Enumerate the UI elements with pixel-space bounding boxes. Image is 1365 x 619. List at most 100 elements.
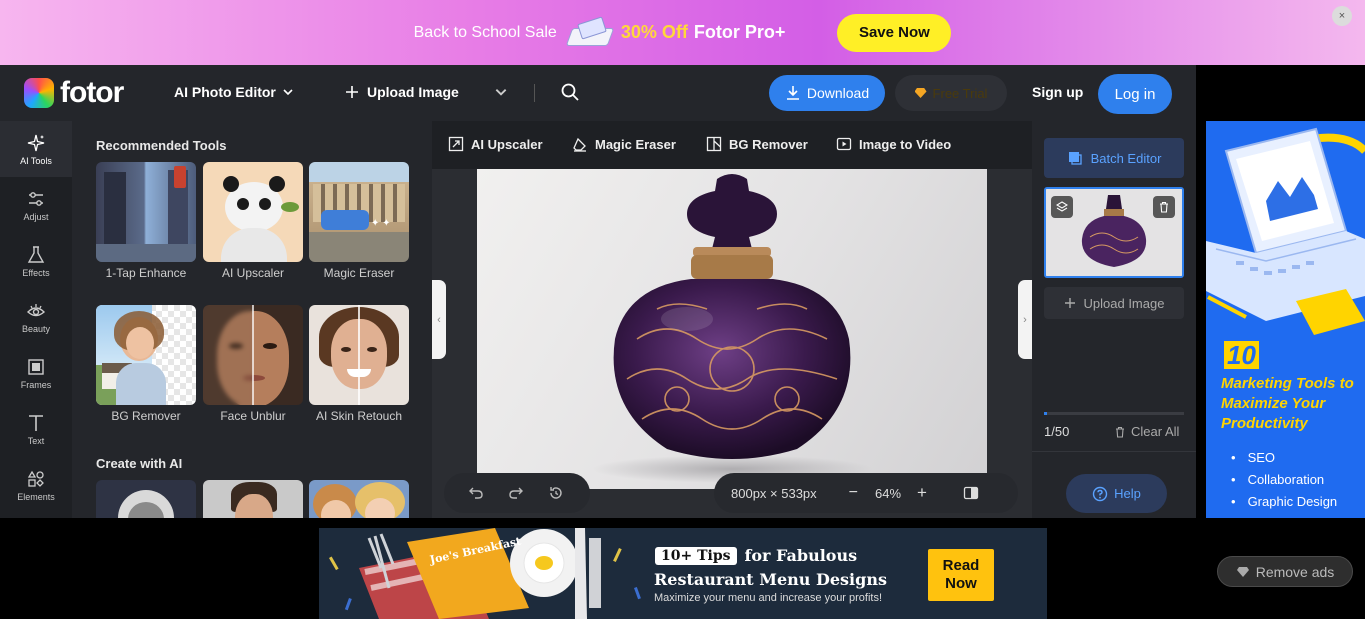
- history-reset-icon[interactable]: [548, 485, 564, 501]
- tool-label: 1-Tap Enhance: [105, 266, 187, 280]
- tool-card-ai-skin-retouch[interactable]: AI Skin Retouch: [309, 305, 409, 423]
- nav-divider: [534, 84, 535, 102]
- logo-mark-icon: [24, 78, 54, 108]
- zoom-in-button[interactable]: +: [917, 483, 927, 503]
- search-icon[interactable]: [560, 82, 580, 102]
- video-icon: [836, 137, 852, 151]
- upload-dropdown-chevron-icon[interactable]: [494, 85, 508, 99]
- tool-thumbnail: [96, 305, 196, 405]
- promo-close-icon[interactable]: ×: [1332, 6, 1352, 26]
- batch-upload-label: Upload Image: [1083, 295, 1165, 311]
- toolbar-ai-upscaler[interactable]: AI Upscaler: [448, 136, 543, 152]
- read-now-line1: Read: [942, 557, 980, 574]
- clear-all-button[interactable]: Clear All: [1114, 424, 1179, 439]
- sign-up-link[interactable]: Sign up: [1032, 84, 1083, 100]
- right-panel-collapse-handle[interactable]: ›: [1018, 280, 1032, 359]
- tool-label: AI Upscaler: [221, 266, 285, 280]
- tool-card-ai-upscaler[interactable]: AI Upscaler: [203, 162, 303, 280]
- free-trial-button[interactable]: Free Trial: [895, 75, 1007, 111]
- book-icon: [567, 18, 613, 48]
- remove-ads-label: Remove ads: [1255, 563, 1335, 580]
- plus-icon: [346, 86, 358, 98]
- tool-card-1-tap-enhance[interactable]: 1-Tap Enhance: [96, 162, 196, 280]
- batch-count: 1/50: [1044, 424, 1070, 439]
- fotor-editor: Back to School Sale 30% Off Fotor Pro+ S…: [0, 0, 1365, 619]
- shapes-icon: [27, 470, 44, 487]
- save-now-button[interactable]: Save Now: [837, 13, 952, 52]
- sparkle-icon: [27, 134, 45, 151]
- read-now-button[interactable]: Read Now: [928, 549, 994, 601]
- trash-icon[interactable]: [1153, 196, 1175, 218]
- left-panel-collapse-handle[interactable]: ‹: [432, 280, 446, 359]
- toolbar-image-to-video[interactable]: Image to Video: [836, 136, 951, 152]
- download-icon: [786, 86, 799, 100]
- vase-photo[interactable]: [477, 169, 987, 489]
- create-card-1[interactable]: [96, 480, 196, 518]
- free-trial-label: Free Trial: [932, 85, 988, 101]
- rail-item-adjust[interactable]: Adjust: [0, 177, 72, 233]
- fotor-logo[interactable]: fotor: [24, 78, 124, 108]
- toolbar-magic-eraser[interactable]: Magic Eraser: [572, 136, 676, 152]
- batch-progress-bar: [1044, 412, 1184, 415]
- ad-bullet: Graphic Design: [1231, 494, 1338, 509]
- ad-line1: for Fabulous: [744, 546, 858, 565]
- flask-icon: [27, 245, 45, 263]
- ad-subtitle: Maximize your menu and increase your pro…: [654, 592, 883, 604]
- batch-editor-button[interactable]: Batch Editor: [1044, 138, 1184, 178]
- batch-progress-fill: [1044, 412, 1047, 415]
- redo-icon[interactable]: [508, 485, 524, 501]
- tool-card-bg-remover[interactable]: BG Remover: [96, 305, 196, 423]
- image-dimensions: 800px × 533px: [731, 485, 817, 501]
- rail-item-effects[interactable]: Effects: [0, 233, 72, 289]
- promo-offer: 30% Off: [620, 22, 688, 42]
- tools-panel: Recommended Tools 1-Tap Enhance AI Upsca…: [72, 121, 432, 518]
- create-card-2[interactable]: [203, 480, 303, 518]
- rail-item-text[interactable]: Text: [0, 401, 72, 457]
- image-thumbnail-selected[interactable]: [1044, 187, 1184, 278]
- promo-product: Fotor Pro+: [693, 22, 786, 42]
- rail-item-ai-tools[interactable]: AI Tools: [0, 121, 72, 177]
- create-with-ai-title: Create with AI: [96, 456, 183, 471]
- purple-vase-image: [592, 174, 872, 483]
- ai-photo-editor-menu[interactable]: AI Photo Editor: [174, 84, 294, 100]
- zoom-out-button[interactable]: −: [849, 484, 858, 502]
- log-in-button[interactable]: Log in: [1098, 74, 1172, 114]
- tool-thumbnail: [203, 480, 303, 518]
- undo-icon[interactable]: [468, 485, 484, 501]
- tool-card-magic-eraser[interactable]: ✦ ✦ Magic Eraser: [309, 162, 409, 280]
- layers-icon: [1068, 152, 1082, 165]
- batch-upload-image-button[interactable]: Upload Image: [1044, 287, 1184, 319]
- upload-image-button[interactable]: Upload Image: [345, 84, 459, 100]
- bottom-advertisement[interactable]: Joe's Breakfast 10+ Tips for Fabulous Re…: [319, 528, 1047, 619]
- side-advertisement[interactable]: 10 Marketing Tools to Maximize Your Prod…: [1206, 121, 1365, 518]
- question-icon: [1092, 486, 1108, 501]
- ad-line2: Restaurant Menu Designs: [654, 570, 887, 589]
- download-button[interactable]: Download: [769, 75, 885, 111]
- rail-item-beauty[interactable]: Beauty: [0, 289, 72, 345]
- promo-banner[interactable]: Back to School Sale 30% Off Fotor Pro+ S…: [0, 0, 1365, 65]
- diamond-icon: [914, 88, 927, 98]
- tool-label: Magic Eraser: [323, 266, 395, 280]
- editor-canvas[interactable]: ‹ › 800px × 533px − 64% +: [432, 169, 1032, 518]
- sliders-icon: [29, 191, 43, 206]
- eye-icon: [26, 303, 46, 316]
- tool-thumbnail: [96, 162, 196, 262]
- compare-icon[interactable]: [963, 485, 979, 501]
- ad-tips-badge: 10+ Tips: [655, 546, 737, 565]
- upscale-icon: [448, 136, 464, 152]
- rail-item-elements[interactable]: Elements: [0, 457, 72, 513]
- left-tool-rail: AI Tools Adjust Effects Beauty Frames Te…: [0, 121, 72, 518]
- create-card-3[interactable]: [309, 480, 409, 518]
- help-button[interactable]: Help: [1066, 474, 1167, 513]
- rail-item-frames[interactable]: Frames: [0, 345, 72, 401]
- panel-divider: [1032, 451, 1196, 452]
- promo-text: Back to School Sale: [413, 23, 557, 41]
- layers-badge-icon[interactable]: [1051, 196, 1073, 218]
- remove-ads-button[interactable]: Remove ads: [1217, 556, 1353, 587]
- editor-menu-label: AI Photo Editor: [174, 84, 276, 100]
- tool-card-face-unblur[interactable]: Face Unblur: [203, 305, 303, 423]
- eraser-icon: [573, 137, 586, 152]
- toolbar-bg-remover[interactable]: BG Remover: [706, 136, 808, 152]
- trash-icon: [1116, 426, 1124, 438]
- read-now-line2: Now: [945, 575, 977, 592]
